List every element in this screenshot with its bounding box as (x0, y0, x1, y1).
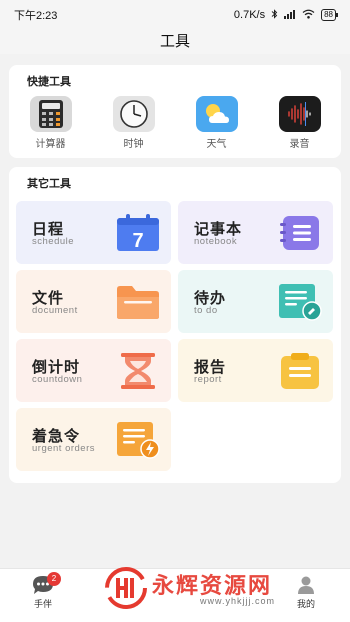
nav-label: 手伴 (33, 599, 52, 609)
status-time: 下午2:23 (14, 10, 58, 22)
tile-subtitle: document (32, 305, 78, 316)
battery-indicator: 88 (321, 9, 338, 21)
quick-tool-calculator[interactable]: 计算器 (9, 96, 92, 150)
tile-notebook[interactable]: 记事本 notebook (178, 201, 333, 264)
clock-icon (112, 96, 155, 132)
todo-icon (277, 283, 323, 321)
tile-urgent-orders[interactable]: 着急令 urgent orders (16, 408, 171, 471)
tile-countdown[interactable]: 倒计时 countdown (16, 339, 171, 402)
quick-tool-label: 计算器 (35, 139, 66, 150)
page-title: 工具 (0, 30, 350, 54)
tile-subtitle: urgent orders (32, 443, 96, 454)
unread-badge: 2 (47, 572, 61, 586)
tile-document[interactable]: 文件 document (16, 270, 171, 333)
calendar-icon-day: 7 (132, 230, 143, 252)
quick-tools-card: 快捷工具 计算器 时钟 天气 录音 (9, 65, 341, 158)
tile-todo[interactable]: 待办 to do (178, 270, 333, 333)
weather-icon (195, 96, 238, 132)
signal-icon (284, 9, 296, 22)
clipboard-icon (277, 352, 323, 390)
status-indicators: 0.7K/s 88 (233, 8, 338, 22)
network-speed: 0.7K/s (233, 9, 266, 21)
tile-subtitle: schedule (32, 236, 75, 247)
notebook-icon (277, 214, 323, 252)
quick-tool-clock[interactable]: 时钟 (92, 96, 175, 150)
tile-subtitle: notebook (194, 236, 238, 247)
bluetooth-icon (271, 8, 278, 22)
tile-subtitle: to do (194, 305, 218, 316)
watermark-logo (104, 566, 148, 615)
quick-tools-row: 计算器 时钟 天气 录音 (9, 96, 341, 150)
tile-subtitle: countdown (32, 374, 83, 385)
calculator-icon (29, 96, 72, 132)
urgent-icon (115, 421, 161, 459)
calendar-icon: 7 (115, 214, 161, 252)
wifi-icon (302, 9, 315, 22)
quick-tool-label: 录音 (289, 139, 310, 150)
folder-icon (115, 283, 161, 321)
other-tools-title: 其它工具 (27, 178, 71, 190)
nav-item-chat[interactable]: 2 手伴 (13, 572, 73, 610)
watermark: 永辉资源网 www.yhkjjj.com (104, 562, 326, 614)
quick-tool-recorder[interactable]: 录音 (258, 96, 341, 150)
tile-schedule[interactable]: 日程 schedule 7 (16, 201, 171, 264)
quick-tools-title: 快捷工具 (27, 76, 71, 88)
hourglass-icon (115, 352, 161, 390)
quick-tool-label: 时钟 (123, 139, 144, 150)
watermark-url: www.yhkjjj.com (200, 596, 276, 606)
status-bar: 下午2:23 0.7K/s 88 (0, 0, 350, 30)
recorder-icon (278, 96, 321, 132)
tile-subtitle: report (194, 374, 222, 385)
quick-tool-label: 天气 (206, 139, 227, 150)
tile-report[interactable]: 报告 report (178, 339, 333, 402)
quick-tool-weather[interactable]: 天气 (175, 96, 258, 150)
other-tools-card: 其它工具 日程 schedule 7 记事本 notebook 文件 docum… (9, 167, 341, 483)
